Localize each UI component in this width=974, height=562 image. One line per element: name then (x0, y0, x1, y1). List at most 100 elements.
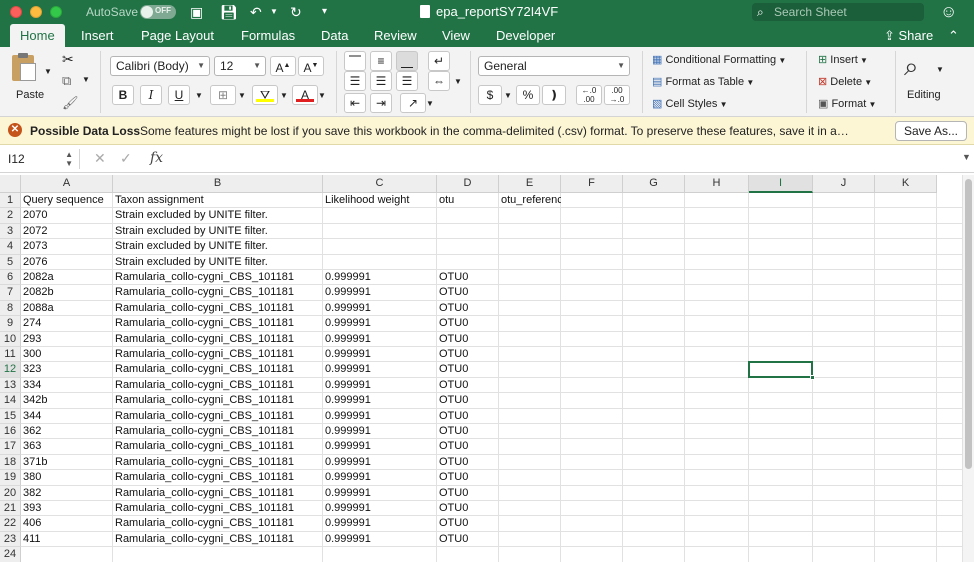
editing-label[interactable]: Editing (907, 89, 941, 101)
underline-dropdown-icon[interactable]: ▼ (195, 91, 203, 100)
align-top-button[interactable]: ⎺ (344, 51, 366, 71)
column-header-c[interactable]: C (323, 175, 437, 193)
cell-a22[interactable]: 406 (21, 516, 113, 531)
cell-d21[interactable]: OTU0 (437, 501, 499, 516)
cell-d17[interactable]: OTU0 (437, 439, 499, 454)
redo-icon[interactable]: ↻ (290, 3, 302, 21)
cell-d7[interactable]: OTU0 (437, 285, 499, 300)
cell-b9[interactable]: Ramularia_collo-cygni_CBS_101181 (113, 316, 323, 331)
cell-b14[interactable]: Ramularia_collo-cygni_CBS_101181 (113, 393, 323, 408)
column-header-i[interactable]: I (749, 175, 813, 193)
cell-b17[interactable]: Ramularia_collo-cygni_CBS_101181 (113, 439, 323, 454)
cell-c7[interactable]: 0.999991 (323, 285, 437, 300)
borders-dropdown-icon[interactable]: ▼ (238, 91, 246, 100)
cell-a5[interactable]: 2076 (21, 255, 113, 270)
row-header-3[interactable]: 3 (0, 223, 21, 240)
cell-c22[interactable]: 0.999991 (323, 516, 437, 531)
cell-c10[interactable]: 0.999991 (323, 332, 437, 347)
cell-d20[interactable]: OTU0 (437, 486, 499, 501)
copy-icon[interactable]: ⧉ (62, 73, 71, 89)
minimize-window-button[interactable] (30, 6, 42, 18)
cell-b12[interactable]: Ramularia_collo-cygni_CBS_101181 (113, 362, 323, 377)
insert-cells-button[interactable]: ⊞ Insert ▼ (818, 53, 868, 66)
zoom-window-button[interactable] (50, 6, 62, 18)
tab-data[interactable]: Data (321, 24, 348, 47)
font-color-dropdown-icon[interactable]: ▼ (318, 91, 326, 100)
name-box[interactable]: I12 ▲ ▼ (4, 149, 80, 169)
delete-cells-button[interactable]: ⊠ Delete ▼ (818, 75, 872, 88)
cell-d22[interactable]: OTU0 (437, 516, 499, 531)
decrease-indent-button[interactable]: ⇤ (344, 93, 366, 113)
search-sheet-input[interactable]: ⌕ Search Sheet (752, 3, 924, 21)
italic-button[interactable]: I (140, 85, 162, 105)
align-middle-button[interactable]: ≡ (370, 51, 392, 71)
cell-d8[interactable]: OTU0 (437, 301, 499, 316)
tab-insert[interactable]: Insert (81, 24, 114, 47)
cell-b6[interactable]: Ramularia_collo-cygni_CBS_101181 (113, 270, 323, 285)
cell-c14[interactable]: 0.999991 (323, 393, 437, 408)
decrease-font-size-button[interactable]: A▼ (298, 56, 324, 76)
autosave-toggle[interactable]: OFF (140, 5, 176, 19)
underline-button[interactable]: U (168, 85, 190, 105)
align-left-button[interactable]: ☰ (344, 71, 366, 91)
comma-style-button[interactable]: ❫ (542, 85, 566, 105)
editing-dropdown-icon[interactable]: ▼ (936, 65, 944, 74)
tab-formulas[interactable]: Formulas (241, 24, 295, 47)
cut-icon[interactable]: ✂ (62, 51, 74, 68)
cell-c23[interactable]: 0.999991 (323, 532, 437, 547)
confirm-entry-icon[interactable]: ✓ (120, 150, 132, 167)
format-cells-button[interactable]: ▣ Format ▼ (818, 97, 876, 110)
cell-a16[interactable]: 362 (21, 424, 113, 439)
collapse-ribbon-icon[interactable]: ⌃ (948, 24, 959, 47)
cancel-entry-icon[interactable]: ✕ (94, 150, 106, 167)
number-format-select[interactable]: General ▼ (478, 56, 630, 76)
save-icon[interactable]: 💾︎ (220, 3, 238, 21)
formula-input[interactable] (175, 149, 955, 169)
cell-d6[interactable]: OTU0 (437, 270, 499, 285)
cell-a18[interactable]: 371b (21, 455, 113, 470)
format-painter-icon[interactable]: 🖌︎ (62, 95, 79, 111)
cell-a9[interactable]: 274 (21, 316, 113, 331)
column-header-a[interactable]: A (21, 175, 113, 193)
cell-d1[interactable]: otu (437, 193, 499, 208)
cell-a10[interactable]: 293 (21, 332, 113, 347)
cell-d12[interactable]: OTU0 (437, 362, 499, 377)
row-header-6[interactable]: 6 (0, 270, 21, 286)
cell-a8[interactable]: 2088a (21, 301, 113, 316)
cell-c8[interactable]: 0.999991 (323, 301, 437, 316)
row-header-22[interactable]: 22 (0, 516, 21, 532)
cell-b10[interactable]: Ramularia_collo-cygni_CBS_101181 (113, 332, 323, 347)
cell-b16[interactable]: Ramularia_collo-cygni_CBS_101181 (113, 424, 323, 439)
cell-c20[interactable]: 0.999991 (323, 486, 437, 501)
copy-dropdown-icon[interactable]: ▼ (82, 75, 90, 84)
feedback-smiley-icon[interactable]: ☺ (940, 2, 960, 22)
cell-a3[interactable]: 2072 (21, 224, 113, 239)
expand-formula-bar-icon[interactable]: ▼ (962, 152, 971, 162)
row-header-16[interactable]: 16 (0, 424, 21, 440)
paste-label[interactable]: Paste (16, 89, 44, 101)
cell-b8[interactable]: Ramularia_collo-cygni_CBS_101181 (113, 301, 323, 316)
cell-a7[interactable]: 2082b (21, 285, 113, 300)
cell-c11[interactable]: 0.999991 (323, 347, 437, 362)
align-center-button[interactable]: ☰ (370, 71, 392, 91)
row-header-7[interactable]: 7 (0, 285, 21, 301)
column-header-g[interactable]: G (623, 175, 685, 193)
save-as-button[interactable]: Save As... (895, 121, 967, 141)
conditional-formatting-button[interactable]: ▦ Conditional Formatting ▼ (652, 53, 786, 66)
cell-a11[interactable]: 300 (21, 347, 113, 362)
row-header-18[interactable]: 18 (0, 454, 21, 471)
active-cell-outline[interactable] (748, 361, 815, 380)
cell-a15[interactable]: 344 (21, 409, 113, 424)
cell-b20[interactable]: Ramularia_collo-cygni_CBS_101181 (113, 486, 323, 501)
row-header-14[interactable]: 14 (0, 393, 21, 409)
vertical-scroll-thumb[interactable] (965, 179, 972, 469)
currency-button[interactable]: $ (478, 85, 502, 105)
row-header-13[interactable]: 13 (0, 377, 21, 394)
tab-view[interactable]: View (442, 24, 470, 47)
font-color-button[interactable]: A (292, 85, 318, 105)
decrease-decimal-button[interactable]: .00 →.0 (604, 85, 630, 105)
increase-font-size-button[interactable]: A▲ (270, 56, 296, 76)
paste-dropdown-icon[interactable]: ▼ (44, 67, 52, 76)
cell-styles-button[interactable]: ▧ Cell Styles ▼ (652, 97, 728, 110)
row-header-17[interactable]: 17 (0, 439, 21, 455)
